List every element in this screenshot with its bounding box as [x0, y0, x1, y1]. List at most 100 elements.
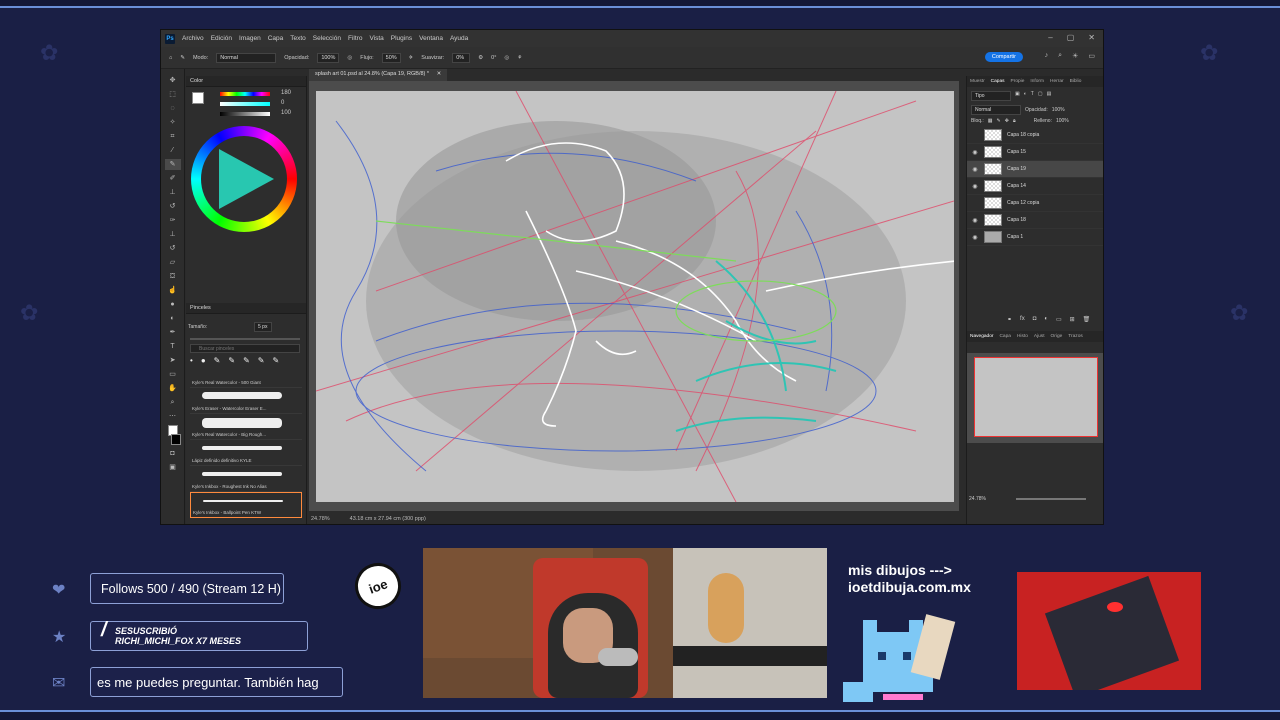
brush-item[interactable]: Kyle's Real Watercolor - 500 Giant	[190, 376, 302, 388]
layer-opacity-value[interactable]: 100%	[1052, 107, 1065, 113]
menu-filtro[interactable]: Filtro	[348, 35, 362, 42]
move-tool-icon[interactable]: ✥	[170, 75, 176, 86]
path-select-icon[interactable]: ➤	[170, 355, 176, 366]
screen-mode-icon[interactable]: ▣	[169, 462, 176, 473]
brush-preset-icon[interactable]: ✎	[243, 356, 250, 370]
brush-size-field[interactable]: 5 px	[254, 322, 272, 332]
eye-icon[interactable]: ◉	[971, 183, 979, 190]
mixer-brush-icon[interactable]: ✑	[170, 215, 176, 226]
new-group-icon[interactable]: ▭	[1056, 316, 1062, 323]
tab-navigator[interactable]: Navegador	[970, 334, 993, 339]
background-color-swatch[interactable]	[170, 434, 181, 445]
new-layer-icon[interactable]: ⊞	[1070, 316, 1075, 323]
layer-row[interactable]: ◉ Capa 15	[967, 144, 1103, 161]
dodge-tool-icon[interactable]: ◐	[170, 313, 174, 324]
layer-row[interactable]: ◉ Capa 1	[967, 229, 1103, 246]
brushes-panel-tab[interactable]: Pinceles	[186, 303, 306, 314]
zoom-level[interactable]: 24.78%	[311, 516, 330, 524]
layer-row[interactable]: Capa 12 copia	[967, 195, 1103, 212]
lock-move-icon[interactable]: ✥	[1005, 118, 1009, 124]
brush-item[interactable]: Kyle's Real Watercolor - Big Rough...	[190, 414, 302, 440]
tab-layer[interactable]: Capa	[999, 334, 1010, 339]
filter-shape-icon[interactable]: ▢	[1038, 91, 1043, 101]
brush-tool-icon[interactable]: ✎	[164, 159, 181, 170]
zoom-tool-icon[interactable]: ⌕	[171, 397, 175, 408]
smudge-tool-icon[interactable]: ☝	[168, 285, 177, 296]
magic-wand-icon[interactable]: ✧	[170, 117, 176, 128]
lock-pixels-icon[interactable]: ▦	[988, 118, 993, 124]
color-triangle[interactable]	[219, 149, 274, 209]
text-tool-icon[interactable]: T	[170, 341, 174, 352]
menu-plugins[interactable]: Plugins	[391, 35, 412, 42]
mode-select[interactable]: Normal	[216, 52, 277, 63]
brush-size-slider[interactable]	[190, 338, 300, 340]
lock-all-icon[interactable]: 🔒︎	[1013, 118, 1016, 124]
stamp-alt-icon[interactable]: ⊥	[169, 229, 175, 240]
brush-preset-icon[interactable]: ✎	[272, 356, 279, 370]
color-preview-swatch[interactable]	[192, 92, 204, 104]
eye-icon[interactable]: ◉	[971, 234, 979, 241]
tab-adjustments[interactable]: Ajust	[1034, 334, 1045, 339]
brush-search-input[interactable]	[190, 344, 300, 353]
shape-tool-icon[interactable]: ▭	[169, 369, 176, 380]
layer-row-selected[interactable]: ◉ Capa 19	[967, 161, 1103, 178]
document-tab[interactable]: splash art 01.psd al 24.8% (Capa 19, RGB…	[309, 69, 448, 81]
tab-origin[interactable]: Orige	[1051, 334, 1063, 339]
eraser-tool-icon[interactable]: ▱	[170, 257, 175, 268]
hand-tool-icon[interactable]: ✋	[168, 383, 177, 394]
lasso-tool-icon[interactable]: ◌	[170, 103, 174, 114]
menu-capa[interactable]: Capa	[268, 35, 284, 42]
menu-texto[interactable]: Texto	[290, 35, 306, 42]
smoothing-field[interactable]: 0%	[452, 52, 471, 63]
brush-preset-icon[interactable]: ✎	[258, 356, 265, 370]
filter-smart-icon[interactable]: ▤	[1047, 91, 1052, 101]
add-mask-icon[interactable]: ◘	[1033, 316, 1037, 323]
sun-icon[interactable]: ☀	[1072, 52, 1078, 60]
hue-slider[interactable]	[220, 92, 270, 96]
close-tab-icon[interactable]: ✕	[437, 71, 442, 77]
crop-tool-icon[interactable]: ⌗	[171, 131, 175, 142]
blend-mode-select[interactable]: Normal	[971, 105, 1021, 115]
gear-icon[interactable]: ⚙	[478, 55, 483, 61]
quick-mask-icon[interactable]: ◘	[170, 448, 174, 459]
navigator-preview[interactable]	[967, 353, 1103, 443]
menu-seleccion[interactable]: Selección	[313, 35, 341, 42]
menu-ventana[interactable]: Ventana	[419, 35, 443, 42]
tab-strokes[interactable]: Trazos	[1068, 334, 1082, 339]
lock-brush-icon[interactable]: ✎	[997, 118, 1001, 124]
navigator-zoom-slider[interactable]	[1015, 498, 1086, 500]
adjustment-layer-icon[interactable]: ◐	[1044, 316, 1048, 323]
saturation-value[interactable]: 0	[281, 100, 284, 106]
filter-adjust-icon[interactable]: ◐	[1024, 91, 1027, 101]
close-icon[interactable]: ✕	[1088, 33, 1095, 42]
saturation-slider[interactable]	[220, 102, 270, 106]
tab-info[interactable]: Inform	[1030, 79, 1044, 84]
pen-tool-icon[interactable]: ✒	[170, 327, 176, 338]
bucket-tool-icon[interactable]: ⛋	[170, 271, 175, 282]
layer-kind-select[interactable]: Tipo	[971, 91, 1011, 101]
fill-value[interactable]: 100%	[1056, 118, 1069, 124]
layer-row[interactable]: Capa 18 copia	[967, 127, 1103, 144]
brush-preset-icon[interactable]: ✎	[228, 356, 235, 370]
symmetry-icon[interactable]: ⚘	[517, 55, 522, 61]
eye-icon[interactable]: ◉	[971, 166, 979, 173]
layer-style-icon[interactable]: fx	[1020, 316, 1025, 323]
angle-field[interactable]: 0°	[491, 55, 496, 61]
link-layers-icon[interactable]: ⚭	[1007, 316, 1012, 323]
tab-tools[interactable]: Herrar	[1050, 79, 1064, 84]
menu-imagen[interactable]: Imagen	[239, 35, 261, 42]
maximize-icon[interactable]: ▢	[1067, 33, 1075, 42]
color-panel-tab[interactable]: Color	[186, 76, 306, 87]
brush-preset-icon[interactable]: ●	[201, 356, 206, 370]
tab-swatches[interactable]: Muestr	[970, 79, 985, 84]
delete-layer-icon[interactable]: 🗑︎	[1083, 316, 1091, 323]
hue-value[interactable]: 180	[281, 90, 291, 96]
history-brush-icon[interactable]: ↺	[170, 201, 176, 212]
brush-preset-icon[interactable]: •	[190, 356, 193, 370]
filter-pixel-icon[interactable]: ▣	[1015, 91, 1020, 101]
brush-tool-icon[interactable]: ✎	[180, 55, 185, 61]
pressure-size-icon[interactable]: ◎	[504, 55, 509, 61]
layer-row[interactable]: ◉ Capa 18	[967, 212, 1103, 229]
minimize-icon[interactable]: –	[1048, 33, 1052, 42]
home-icon[interactable]: ⌂	[169, 55, 172, 61]
